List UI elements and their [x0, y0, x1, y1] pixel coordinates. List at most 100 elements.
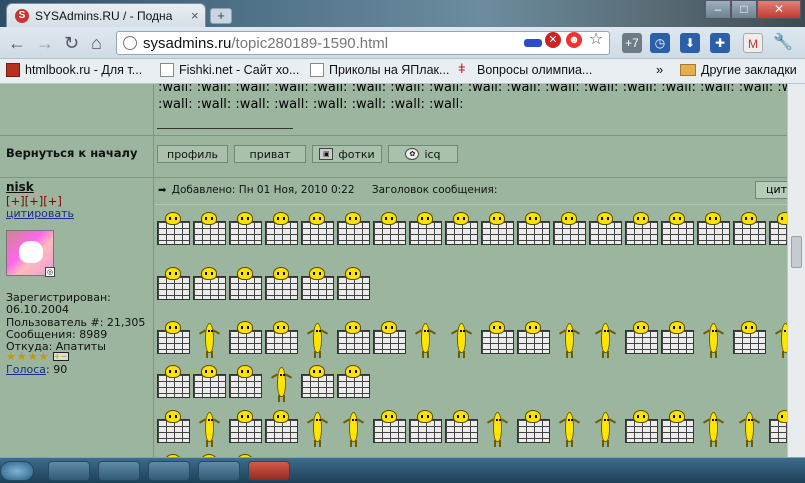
forward-arrow-icon[interactable]: → [36, 33, 54, 54]
user-rank: [+][+][+] [6, 194, 62, 208]
fox-extension-icon[interactable]: ☻ [566, 32, 582, 48]
banana-leg [314, 440, 316, 447]
mail-extension-icon[interactable]: M [743, 33, 763, 53]
banana-smiley-icon [552, 321, 588, 361]
banana-arm [356, 418, 365, 424]
new-tab-button[interactable]: + [210, 8, 232, 24]
os-taskbar [0, 457, 805, 483]
reload-icon[interactable]: ↻ [64, 33, 79, 54]
cat-image [19, 241, 43, 263]
wall-smiley-icon [228, 410, 264, 450]
minimize-button[interactable]: – [705, 0, 731, 19]
browser-toolbar: ← → ↻ ⌂ sysadmins.ru/topic280189-1590.ht… [0, 27, 805, 59]
taskbar-app[interactable] [148, 461, 190, 481]
smiley-face [705, 212, 721, 225]
smiley-face [669, 410, 685, 423]
post-header: ➡ Добавлено: Пн 01 Ноя, 2010 0:22 Заголо… [158, 184, 497, 196]
notification-extension-icon[interactable]: +7 [622, 33, 642, 53]
wall-smiley-icon [624, 410, 660, 450]
banana-body [601, 412, 610, 442]
other-bookmarks-label: Другие закладки [701, 63, 797, 77]
wall-smiley-icon [156, 410, 192, 450]
wall-smiley-icon [336, 267, 372, 307]
bookmark-label: htmlbook.ru - Для т... [25, 63, 143, 77]
olympiad-favicon-icon: ǂ [458, 61, 466, 76]
maximize-button[interactable]: □ [731, 0, 757, 19]
close-window-button[interactable]: ✕ [757, 0, 801, 19]
url-path: /topic280189-1590.html [231, 34, 389, 52]
taskbar-app[interactable] [48, 461, 90, 481]
banana-arm [500, 418, 509, 424]
smiley-face [669, 321, 685, 334]
bookmark-olympiad[interactable]: ǂ Вопросы олимпиа... [458, 61, 593, 77]
smiley-face [597, 212, 613, 225]
photos-button[interactable]: ▣ фотки [312, 145, 382, 163]
banana-arm [752, 418, 761, 424]
banana-leg [463, 351, 465, 358]
banana-leg [211, 351, 213, 358]
banana-leg [602, 440, 604, 447]
private-message-button[interactable]: приват [234, 145, 306, 163]
wall-smiley-icon [444, 212, 480, 252]
page-icon [123, 36, 137, 50]
banana-leg [602, 351, 604, 358]
wrench-menu-icon[interactable]: 🔧 [773, 33, 793, 53]
taskbar-app[interactable] [98, 461, 140, 481]
bookmark-fishki[interactable]: Fishki.net - Сайт хо... [160, 63, 299, 77]
wall-smiley-icon [228, 365, 264, 405]
smiley-face [525, 212, 541, 225]
other-bookmarks-folder[interactable]: Другие закладки [680, 63, 797, 77]
profile-button-label: профиль [167, 147, 218, 161]
banana-leg [494, 440, 496, 447]
banana-smiley-icon [732, 410, 768, 450]
banana-body [205, 412, 214, 442]
bookmark-label: Вопросы олимпиа... [477, 63, 593, 77]
back-to-top-link[interactable]: Вернуться к началу [6, 146, 137, 160]
smiley-face [165, 410, 181, 423]
start-button[interactable] [0, 461, 34, 481]
vertical-scrollbar[interactable] [787, 84, 805, 457]
scrollbar-thumb[interactable] [791, 236, 802, 268]
banana-arm [608, 329, 617, 335]
smiley-face [777, 410, 787, 423]
posted-date: Добавлено: Пн 01 Ноя, 2010 0:22 [171, 184, 355, 196]
pen-extension-icon[interactable] [524, 39, 542, 47]
username[interactable]: nisk [6, 180, 34, 194]
expand-plus-icon[interactable]: +− [52, 352, 69, 361]
bookmark-htmlbook[interactable]: htmlbook.ru - Для т... [6, 63, 142, 77]
banana-leg [566, 440, 568, 447]
private-button-label: приват [249, 147, 291, 161]
banana-smiley-icon [768, 321, 787, 361]
page-icon [310, 63, 324, 77]
taskbar-app[interactable] [198, 461, 240, 481]
smiley-face [273, 212, 289, 225]
votes-label[interactable]: Голоса [6, 363, 46, 376]
banana-leg [746, 440, 748, 447]
smiley-face [309, 212, 325, 225]
clock-extension-icon[interactable]: ◷ [650, 33, 670, 53]
wall-smiley-icon [768, 410, 787, 450]
votes[interactable]: Голоса: 90 [6, 363, 67, 376]
quote-button[interactable]: цит [755, 181, 787, 199]
puzzle-extension-icon[interactable]: ✚ [710, 33, 730, 53]
wall-smiley-icon [264, 267, 300, 307]
banana-body [457, 323, 466, 353]
bookmark-yaplakal[interactable]: Приколы на ЯПлак... [310, 63, 449, 77]
block-icon[interactable]: ✕ [545, 32, 561, 48]
tab-close-icon[interactable]: × [191, 8, 199, 23]
smiley-face [237, 212, 253, 225]
home-icon[interactable]: ⌂ [91, 33, 102, 54]
browser-tab[interactable]: S SYSAdmins.RU / - Подна × [6, 3, 206, 27]
quote-link[interactable]: цитировать [6, 207, 74, 220]
taskbar-app[interactable] [248, 461, 290, 481]
wall-smiley-icon [228, 267, 264, 307]
banana-leg [206, 440, 208, 447]
download-extension-icon[interactable]: ⬇ [680, 33, 700, 53]
profile-button[interactable]: профиль [157, 145, 228, 163]
smiley-face [453, 410, 469, 423]
bookmark-star-icon[interactable]: ☆ [588, 32, 604, 48]
icq-button[interactable]: ✿ icq [388, 145, 458, 163]
back-arrow-icon[interactable]: ← [8, 33, 26, 54]
banana-body [601, 323, 610, 353]
bookmarks-more-button[interactable]: » [656, 62, 663, 77]
